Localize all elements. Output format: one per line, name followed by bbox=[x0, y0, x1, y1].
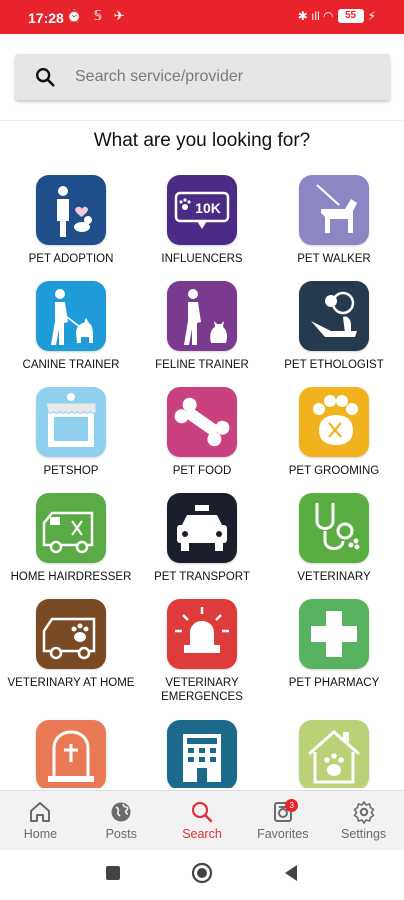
search-icon[interactable] bbox=[15, 66, 75, 88]
category-label: PET GROOMING bbox=[288, 465, 380, 477]
category-label: PET WALKER bbox=[297, 253, 371, 265]
category-pet-food[interactable]: PET FOOD bbox=[135, 387, 269, 478]
category-label: PET TRANSPORT bbox=[154, 571, 250, 583]
category-pet-adoption[interactable]: PET ADOPTION bbox=[4, 175, 138, 266]
nav-home-label: Home bbox=[23, 827, 58, 841]
bottom-navigation: Home Posts Search 3 Favorites Settings bbox=[0, 790, 404, 850]
pet-hotel-icon bbox=[167, 720, 237, 788]
stethoscope-icon bbox=[299, 493, 369, 563]
category-veterinary-at-home[interactable]: VETERINARY AT HOME bbox=[4, 599, 138, 690]
paw-scissors-icon bbox=[299, 387, 369, 457]
category-label: PET ETHOLOGIST bbox=[284, 359, 384, 371]
status-system-icons: ✱ ıll ◠ bbox=[297, 9, 334, 23]
pharmacy-cross-icon bbox=[299, 599, 369, 669]
charging-icon: ⚡ bbox=[367, 9, 376, 23]
category-veterinary-emergences[interactable]: VETERINARY EMERGENCES bbox=[135, 599, 269, 704]
category-label: PET PHARMACY bbox=[288, 677, 380, 689]
influencer-10k-icon: 10K bbox=[167, 175, 237, 245]
influencer-count-text: 10K bbox=[195, 200, 221, 216]
pet-house-icon bbox=[299, 720, 369, 788]
page-heading: What are you looking for? bbox=[93, 130, 311, 151]
category-label: PET ADOPTION bbox=[28, 253, 114, 265]
nav-favorites[interactable]: 3 Favorites bbox=[242, 791, 323, 850]
category-label: CANINE TRAINER bbox=[22, 359, 120, 371]
dog-on-leash-icon bbox=[299, 175, 369, 245]
person-with-dog-icon bbox=[36, 175, 106, 245]
category-label: VETERINARY bbox=[297, 571, 371, 583]
category-label: HOME HAIRDRESSER bbox=[10, 571, 132, 583]
shop-icon bbox=[36, 387, 106, 457]
taxi-icon bbox=[167, 493, 237, 563]
category-pet-ethologist[interactable]: PET ETHOLOGIST bbox=[267, 281, 401, 372]
nav-search[interactable]: Search bbox=[162, 791, 243, 850]
home-icon bbox=[28, 800, 52, 824]
pet-cemetery-icon bbox=[36, 720, 106, 788]
category-pet-pharmacy[interactable]: PET PHARMACY bbox=[267, 599, 401, 690]
status-notification-icons: ⏰ 𝕊 ✈ bbox=[66, 8, 129, 23]
category-pet-transport[interactable]: PET TRANSPORT bbox=[135, 493, 269, 584]
search-icon bbox=[190, 800, 214, 824]
status-time: 17:28 bbox=[28, 10, 64, 26]
nav-settings-label: Settings bbox=[341, 827, 387, 841]
favorites-badge: 3 bbox=[285, 799, 299, 812]
category-label: FELINE TRAINER bbox=[155, 359, 249, 371]
category-label: VETERINARY EMERGENCES bbox=[161, 677, 243, 703]
category-label: PETSHOP bbox=[43, 465, 99, 477]
nav-posts[interactable]: Posts bbox=[81, 791, 162, 850]
person-with-cat-icon bbox=[167, 281, 237, 351]
status-right-icons: ✱ ıll ◠ 55 ⚡ bbox=[298, 9, 376, 23]
grooming-van-icon bbox=[36, 493, 106, 563]
globe-icon bbox=[109, 800, 133, 824]
category-label: VETERINARY AT HOME bbox=[7, 677, 135, 689]
ethologist-icon bbox=[299, 281, 369, 351]
category-influencers[interactable]: 10K INFLUENCERS bbox=[135, 175, 269, 266]
nav-search-label: Search bbox=[182, 827, 222, 841]
category-label: PET FOOD bbox=[172, 465, 232, 477]
category-pet-cemetery[interactable] bbox=[4, 720, 138, 788]
search-bar[interactable] bbox=[15, 54, 390, 100]
nav-favorites-label: Favorites bbox=[257, 827, 309, 841]
category-veterinary[interactable]: VETERINARY bbox=[267, 493, 401, 584]
category-pet-hotel[interactable] bbox=[135, 720, 269, 788]
home-button-icon[interactable] bbox=[191, 862, 213, 889]
nav-posts-label: Posts bbox=[105, 827, 137, 841]
category-feline-trainer[interactable]: FELINE TRAINER bbox=[135, 281, 269, 372]
system-navigation-bar bbox=[0, 850, 404, 900]
bone-icon bbox=[167, 387, 237, 457]
divider bbox=[0, 120, 404, 121]
vet-van-icon bbox=[36, 599, 106, 669]
person-walking-dog-icon bbox=[36, 281, 106, 351]
siren-icon bbox=[167, 599, 237, 669]
status-bar: 17:28 ⏰ 𝕊 ✈ ✱ ıll ◠ 55 ⚡ bbox=[0, 0, 404, 34]
category-petshop[interactable]: PETSHOP bbox=[4, 387, 138, 478]
nav-home[interactable]: Home bbox=[0, 791, 81, 850]
category-grid: PET ADOPTION 10K INFLUENCERS PET WALKER bbox=[0, 174, 404, 788]
search-input[interactable] bbox=[75, 68, 365, 86]
category-canine-trainer[interactable]: CANINE TRAINER bbox=[4, 281, 138, 372]
category-pet-house[interactable] bbox=[267, 720, 401, 788]
category-label: INFLUENCERS bbox=[161, 253, 243, 265]
back-icon[interactable] bbox=[283, 864, 299, 887]
category-pet-grooming[interactable]: PET GROOMING bbox=[267, 387, 401, 478]
category-home-hairdresser[interactable]: HOME HAIRDRESSER bbox=[4, 493, 138, 584]
category-pet-walker[interactable]: PET WALKER bbox=[267, 175, 401, 266]
battery-icon: 55 bbox=[337, 9, 364, 23]
nav-settings[interactable]: Settings bbox=[323, 791, 404, 850]
recent-apps-icon[interactable] bbox=[105, 865, 121, 886]
gear-icon bbox=[352, 800, 376, 824]
